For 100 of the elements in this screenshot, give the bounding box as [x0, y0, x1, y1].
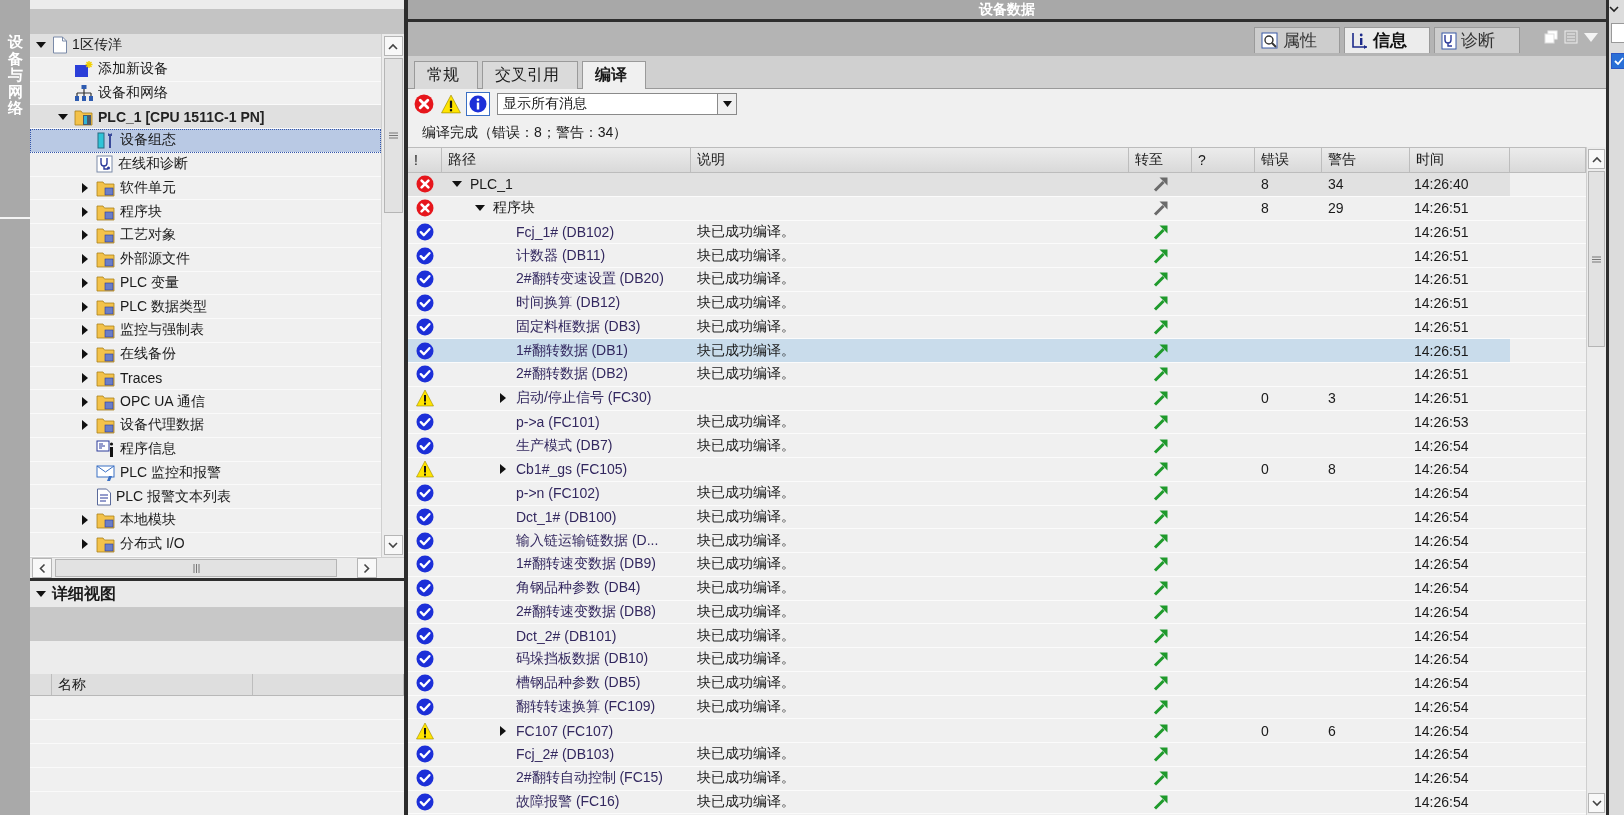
table-row[interactable]: 输入链运输链数据 (D... 块已成功编译。 14:26:54 [408, 529, 1586, 553]
tree-item[interactable]: PLC 监控和报警 [30, 461, 381, 486]
caret-icon[interactable] [36, 42, 46, 49]
chevron-icon[interactable] [1609, 6, 1619, 13]
dropdown-icon[interactable] [1584, 32, 1598, 42]
arrow-icon[interactable] [1152, 176, 1169, 193]
tree-item[interactable]: 设备组态 [30, 129, 381, 153]
scrollbar[interactable] [1586, 147, 1606, 815]
tree-item[interactable]: PLC 数据类型 [30, 295, 381, 319]
tree-item[interactable]: 外部源文件 [30, 247, 381, 272]
table-row[interactable]: Cb1#_gs (FC105) 0 8 14:26:54 [408, 458, 1586, 482]
table-row[interactable]: 2#翻转变速设置 (DB20) 块已成功编译。 14:26:51 [408, 268, 1586, 292]
tree-item[interactable]: 程序信息 [30, 437, 381, 462]
table-row[interactable]: 翻转转速换算 (FC109) 块已成功编译。 14:26:54 [408, 695, 1586, 720]
tree-item[interactable]: PLC_1 [CPU 1511C-1 PN] [30, 105, 381, 129]
column-header[interactable]: 说明 [691, 148, 1129, 172]
tab[interactable]: 交叉引用 [482, 61, 578, 89]
table-row[interactable]: Dct_1# (DB100) 块已成功编译。 14:26:54 [408, 505, 1586, 530]
column-header[interactable]: 转至 [1129, 148, 1192, 172]
table-row[interactable]: Fcj_2# (DB103) 块已成功编译。 14:26:54 [408, 743, 1586, 767]
arrow-icon[interactable] [1152, 532, 1169, 549]
column-header[interactable]: ! [408, 148, 442, 172]
table-row[interactable]: 固定料框数据 (DB3) 块已成功编译。 14:26:51 [408, 315, 1586, 340]
table-row[interactable]: 2#翻转速变数据 (DB8) 块已成功编译。 14:26:54 [408, 600, 1586, 625]
arrow-icon[interactable] [1152, 746, 1169, 763]
tree-item[interactable]: 程序块 [30, 200, 381, 224]
tab[interactable]: 诊断 [1434, 27, 1520, 53]
table-row[interactable]: 时间换算 (DB12) 块已成功编译。 14:26:51 [408, 291, 1586, 316]
table-row[interactable]: Fcj_1# (DB102) 块已成功编译。 14:26:51 [408, 220, 1586, 245]
caret-icon[interactable] [82, 254, 88, 265]
arrow-icon[interactable] [1152, 675, 1169, 692]
filter-button[interactable] [439, 92, 463, 116]
arrow-icon[interactable] [1152, 342, 1169, 359]
tree-item[interactable]: 本地模块 [30, 509, 381, 533]
arrow-icon[interactable] [1152, 556, 1169, 573]
caret-icon[interactable] [82, 396, 88, 407]
table-row[interactable]: 槽钢品种参数 (DB5) 块已成功编译。 14:26:54 [408, 671, 1586, 696]
caret-icon[interactable] [82, 206, 88, 217]
tab[interactable]: 编译 [582, 61, 646, 89]
tree-item[interactable]: 工艺对象 [30, 224, 381, 248]
arrow-icon[interactable] [1152, 770, 1169, 787]
checkbox[interactable] [1611, 53, 1624, 69]
caret-icon[interactable] [500, 393, 506, 404]
caret-icon[interactable] [82, 230, 88, 241]
tree-item[interactable]: 监控与强制表 [30, 319, 381, 343]
arrow-icon[interactable] [1152, 223, 1169, 240]
horizontal-scrollbar[interactable] [30, 557, 404, 578]
caret-icon[interactable] [36, 591, 46, 597]
caret-icon[interactable] [500, 725, 506, 736]
tree-item[interactable]: 软件单元 [30, 176, 381, 201]
caret-icon[interactable] [82, 325, 88, 336]
arrow-icon[interactable] [1152, 793, 1169, 810]
table-row[interactable]: 程序块 8 29 14:26:51 [408, 196, 1586, 221]
tab[interactable]: 信息 [1344, 27, 1430, 53]
table-row[interactable]: 生产模式 (DB7) 块已成功编译。 14:26:54 [408, 434, 1586, 458]
tree-item[interactable]: Traces [30, 366, 381, 391]
restore-window-icon[interactable] [1544, 30, 1558, 44]
column-header[interactable]: 警告 [1322, 148, 1410, 172]
arrow-icon[interactable] [1152, 603, 1169, 620]
tree-item[interactable]: OPC UA 通信 [30, 390, 381, 414]
arrow-icon[interactable] [1152, 390, 1169, 407]
tab[interactable]: 常规 [414, 61, 478, 89]
arrow-icon[interactable] [1152, 651, 1169, 668]
tree-item[interactable]: PLC 变量 [30, 271, 381, 296]
scrollbar[interactable] [381, 34, 404, 557]
caret-icon[interactable] [82, 277, 88, 288]
caret-icon[interactable] [82, 182, 88, 193]
column-header[interactable]: 错误 [1255, 148, 1322, 172]
arrow-icon[interactable] [1152, 295, 1169, 312]
column-header[interactable]: 路径 [442, 148, 691, 172]
table-row[interactable]: 码垛挡板数据 (DB10) 块已成功编译。 14:26:54 [408, 648, 1586, 672]
tree-item[interactable]: 在线备份 [30, 342, 381, 367]
caret-icon[interactable] [82, 349, 88, 360]
message-filter-dropdown[interactable]: 显示所有消息 [497, 93, 737, 115]
caret-icon[interactable] [475, 205, 485, 212]
caret-icon[interactable] [82, 420, 88, 431]
caret-icon[interactable] [500, 464, 506, 475]
arrow-icon[interactable] [1152, 413, 1169, 430]
table-row[interactable]: 1#翻转速变数据 (DB9) 块已成功编译。 14:26:54 [408, 553, 1586, 577]
tree-item[interactable]: 分布式 I/O [30, 532, 381, 557]
table-row[interactable]: Dct_2# (DB101) 块已成功编译。 14:26:54 [408, 624, 1586, 648]
caret-icon[interactable] [452, 181, 462, 188]
table-row[interactable]: 1#翻转数据 (DB1) 块已成功编译。 14:26:51 [408, 339, 1586, 363]
caret-icon[interactable] [58, 113, 68, 120]
arrow-icon[interactable] [1152, 722, 1169, 739]
caret-icon[interactable] [82, 301, 88, 312]
tree-item[interactable]: PLC 报警文本列表 [30, 485, 381, 509]
caret-icon[interactable] [82, 515, 88, 526]
table-row[interactable]: p->n (FC102) 块已成功编译。 14:26:54 [408, 481, 1586, 506]
arrow-icon[interactable] [1152, 485, 1169, 502]
arrow-icon[interactable] [1152, 247, 1169, 264]
arrow-icon[interactable] [1152, 580, 1169, 597]
table-row[interactable]: 角钢品种参数 (DB4) 块已成功编译。 14:26:54 [408, 576, 1586, 601]
tree-item[interactable]: 添加新设备 [30, 57, 381, 82]
tree-item[interactable]: 在线和诊断 [30, 152, 381, 177]
caret-icon[interactable] [82, 539, 88, 550]
table-row[interactable]: 2#翻转自动控制 (FC15) 块已成功编译。 14:26:54 [408, 766, 1586, 791]
tree-item[interactable]: 1区传洋 [30, 34, 381, 58]
table-row[interactable]: p->a (FC101) 块已成功编译。 14:26:53 [408, 410, 1586, 435]
tab[interactable]: 属性 [1254, 27, 1340, 53]
